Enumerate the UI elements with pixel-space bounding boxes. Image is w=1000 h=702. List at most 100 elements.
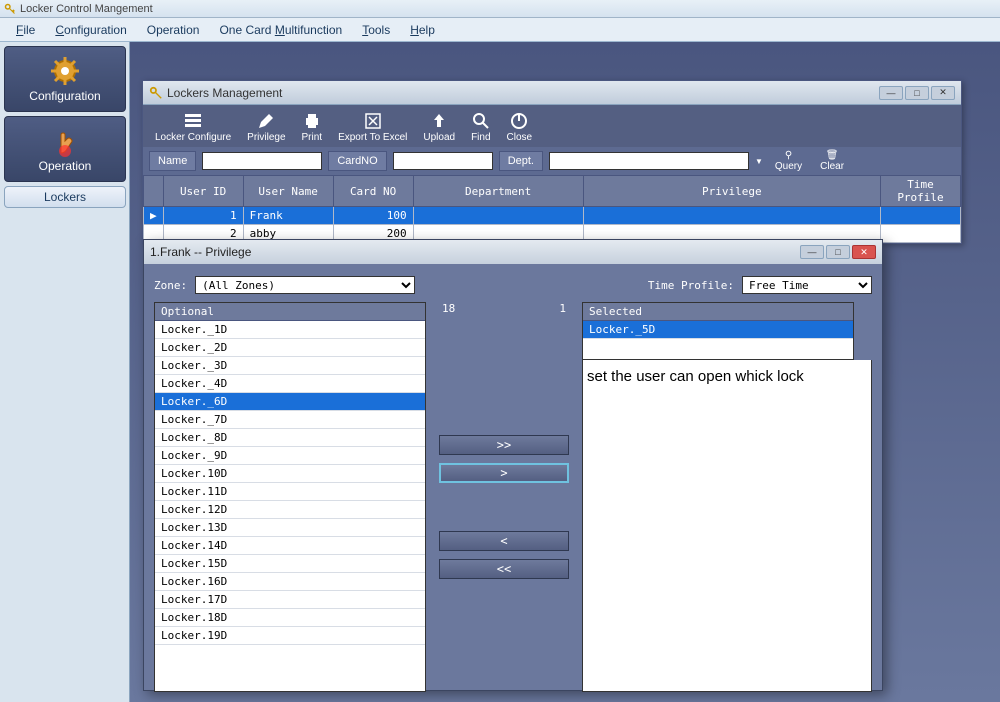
list-item[interactable]: Locker.17D [155,591,425,609]
sidebar-label: Configuration [29,89,100,103]
dialog-maximize[interactable]: □ [826,245,850,259]
toolbar-upload[interactable]: Upload [415,110,463,147]
list-item[interactable]: Locker.15D [155,555,425,573]
list-item[interactable]: Locker._8D [155,429,425,447]
gear-icon [49,55,81,87]
list-item[interactable]: Locker.14D [155,537,425,555]
list-item[interactable]: Locker._7D [155,411,425,429]
col-timeprofile[interactable]: Time Profile [881,176,961,207]
col-dept[interactable]: Department [413,176,583,207]
toolbar-locker-configure[interactable]: Locker Configure [147,110,239,147]
zone-select[interactable]: (All Zones) [195,276,415,294]
add-all-button[interactable]: >> [439,435,569,455]
optional-header: Optional [155,303,425,321]
dialog-titlebar[interactable]: 1.Frank -- Privilege — □ ✕ [144,240,882,264]
col-username[interactable]: User Name [243,176,333,207]
search-bar: Name CardNO Dept. ▼ ⚲Query 🗑Clear [143,147,961,175]
zone-label: Zone: [154,279,187,292]
optional-listbox[interactable]: Optional Locker._1DLocker._2DLocker._3DL… [154,302,426,692]
list-item[interactable]: Locker._6D [155,393,425,411]
printer-icon [303,112,321,130]
trash-icon: 🗑 [826,150,839,161]
users-table: User ID User Name Card NO Department Pri… [143,175,961,243]
menu-configuration[interactable]: Configuration [45,20,136,40]
app-titlebar: Locker Control Mangement [0,0,1000,18]
annotation-text: set the user can open whick lock [582,360,872,692]
selected-header: Selected [583,303,853,321]
toolbar-privilege[interactable]: Privilege [239,110,293,147]
menu-onecard[interactable]: One Card Multifunction [209,20,352,40]
list-item[interactable]: Locker._1D [155,321,425,339]
name-input[interactable] [202,152,322,170]
list-item[interactable]: Locker._3D [155,357,425,375]
key-icon [149,86,163,100]
hand-icon [49,125,81,157]
name-label: Name [149,151,196,171]
sidebar-label: Operation [39,159,92,173]
col-privilege[interactable]: Privilege [583,176,880,207]
list-icon [184,112,202,130]
cardno-label: CardNO [328,151,386,171]
selected-count: 1 [559,302,566,315]
menu-file[interactable]: File [6,20,45,40]
timeprofile-label: Time Profile: [648,279,734,292]
list-item[interactable]: Locker.11D [155,483,425,501]
remove-button[interactable]: < [439,531,569,551]
search-icon: ⚲ [785,150,792,161]
power-icon [510,112,528,130]
dialog-close[interactable]: ✕ [852,245,876,259]
dept-input[interactable] [549,152,749,170]
menu-help[interactable]: Help [400,20,445,40]
menubar: File Configuration Operation One Card Mu… [0,18,1000,42]
child-title: Lockers Management [167,86,879,100]
menu-operation[interactable]: Operation [137,20,210,40]
list-item[interactable]: Locker._5D [583,321,853,339]
list-item[interactable]: Locker.18D [155,609,425,627]
workspace: Lockers Management — □ ✕ Locker Configur… [130,42,1000,702]
list-item[interactable]: Locker._2D [155,339,425,357]
table-row[interactable]: ▶1Frank100 [144,207,961,225]
dialog-title: 1.Frank -- Privilege [150,245,800,259]
child-toolbar: Locker Configure Privilege Print Export … [143,105,961,147]
sidebar-label: Lockers [44,190,86,204]
menu-tools[interactable]: Tools [352,20,400,40]
lockers-management-window: Lockers Management — □ ✕ Locker Configur… [142,80,962,244]
excel-icon [364,112,382,130]
cardno-input[interactable] [393,152,493,170]
child-titlebar[interactable]: Lockers Management — □ ✕ [143,81,961,105]
sidebar-configuration[interactable]: Configuration [4,46,126,112]
query-button[interactable]: ⚲Query [769,150,808,172]
list-item[interactable]: Locker.16D [155,573,425,591]
app-title: Locker Control Mangement [20,3,153,15]
key-icon [4,3,16,15]
remove-all-button[interactable]: << [439,559,569,579]
toolbar-find[interactable]: Find [463,110,498,147]
toolbar-print[interactable]: Print [294,110,331,147]
sidebar-operation[interactable]: Operation [4,116,126,182]
minimize-button[interactable]: — [879,86,903,100]
list-item[interactable]: Locker._9D [155,447,425,465]
clear-button[interactable]: 🗑Clear [814,150,850,172]
pen-icon [257,112,275,130]
dialog-minimize[interactable]: — [800,245,824,259]
maximize-button[interactable]: □ [905,86,929,100]
upload-icon [430,112,448,130]
sidebar-lockers[interactable]: Lockers [4,186,126,208]
toolbar-close[interactable]: Close [499,110,541,147]
col-userid[interactable]: User ID [163,176,243,207]
toolbar-export[interactable]: Export To Excel [330,110,415,147]
close-button[interactable]: ✕ [931,86,955,100]
timeprofile-select[interactable]: Free Time [742,276,872,294]
privilege-dialog: 1.Frank -- Privilege — □ ✕ Zone: (All Zo… [143,239,883,691]
list-item[interactable]: Locker._4D [155,375,425,393]
col-cardno[interactable]: Card NO [333,176,413,207]
list-item[interactable]: Locker.19D [155,627,425,645]
search-icon [472,112,490,130]
list-item[interactable]: Locker.13D [155,519,425,537]
selected-listbox[interactable]: Selected Locker._5D [582,302,854,360]
list-item[interactable]: Locker.10D [155,465,425,483]
list-item[interactable]: Locker.12D [155,501,425,519]
dept-label: Dept. [499,151,543,171]
add-button[interactable]: > [439,463,569,483]
transfer-controls: 18 1 >> > < << [426,302,582,692]
